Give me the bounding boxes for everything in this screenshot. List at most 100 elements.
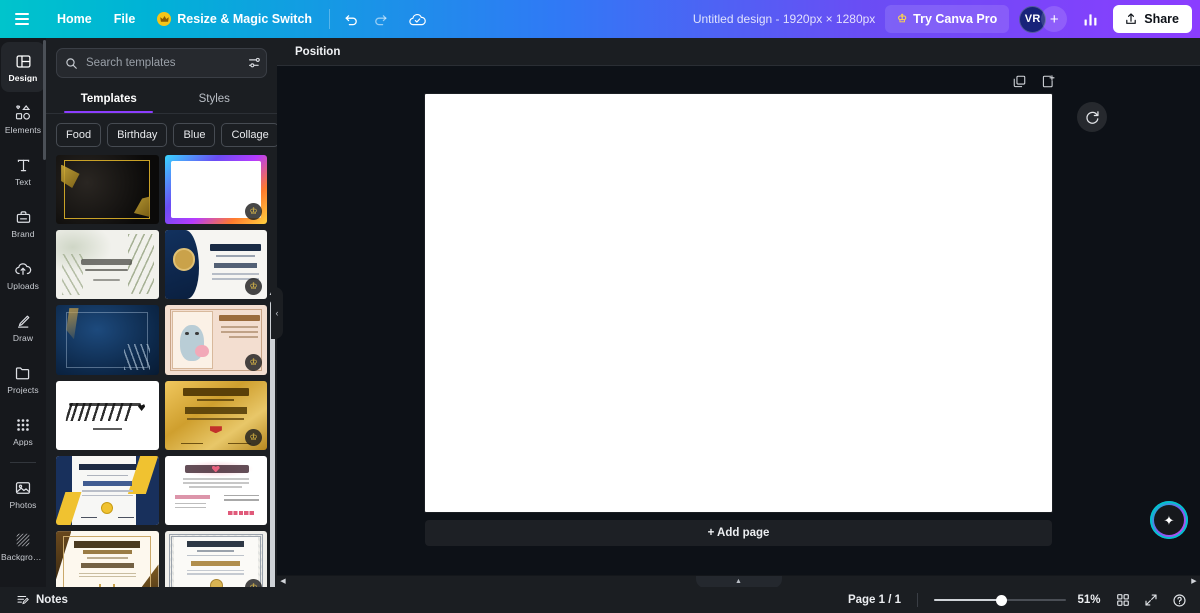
- share-button[interactable]: Share: [1113, 5, 1192, 33]
- position-button[interactable]: Position: [295, 46, 340, 58]
- templates-scrollbar[interactable]: [270, 301, 275, 587]
- editor-body: Design Elements: [0, 38, 1200, 587]
- sidebar-item-design[interactable]: Design: [1, 42, 45, 92]
- design-canvas-page[interactable]: [425, 94, 1052, 512]
- editor-main: Position: [277, 38, 1200, 587]
- chip-birthday[interactable]: Birthday: [107, 123, 167, 147]
- zoom-slider[interactable]: [934, 593, 1066, 607]
- share-label: Share: [1144, 12, 1179, 26]
- template-card[interactable]: ♔: [165, 381, 268, 450]
- sparkle-glyph: ✦: [1164, 514, 1175, 527]
- template-card[interactable]: ♔: [165, 155, 268, 224]
- chip-food[interactable]: Food: [56, 123, 101, 147]
- template-card[interactable]: [56, 381, 159, 450]
- filter-sliders-icon[interactable]: [248, 56, 262, 70]
- tab-templates[interactable]: Templates: [56, 86, 162, 113]
- add-page-label: + Add page: [708, 527, 770, 539]
- resize-magic-switch-button[interactable]: Resize & Magic Switch: [146, 5, 323, 33]
- template-card[interactable]: ♔: [165, 305, 268, 374]
- sidebar-item-label: Background: [1, 553, 45, 562]
- search-input[interactable]: [86, 57, 240, 69]
- template-card[interactable]: [56, 305, 159, 374]
- plus-icon: +: [1050, 11, 1059, 28]
- statusbar-divider: [917, 593, 918, 607]
- pro-crown-badge: ♔: [245, 429, 262, 446]
- regenerate-arrow-icon[interactable]: [1077, 102, 1107, 132]
- collapse-panel-button[interactable]: ‹: [271, 287, 283, 339]
- add-collaborator-button[interactable]: +: [1041, 6, 1067, 32]
- sidebar-item-label: Apps: [13, 438, 33, 447]
- hscroll-track[interactable]: ▲: [289, 576, 1188, 588]
- sidebar-item-text[interactable]: Text: [1, 146, 45, 196]
- chip-label: Collage: [231, 129, 268, 141]
- search-box[interactable]: [56, 48, 267, 78]
- add-page-button[interactable]: + Add page: [425, 520, 1052, 546]
- rail-scrollbar[interactable]: [43, 40, 46, 160]
- sidebar-item-label: Text: [15, 178, 31, 187]
- scroll-right-arrow[interactable]: ▶: [1188, 576, 1200, 588]
- sidebar-item-projects[interactable]: Projects: [1, 354, 45, 404]
- duplicate-page-icon[interactable]: [1012, 74, 1027, 89]
- shapes-icon: [14, 104, 32, 123]
- zoom-level-label[interactable]: 51%: [1072, 594, 1106, 606]
- sidebar-item-background[interactable]: Background: [1, 521, 45, 571]
- magic-sparkle-icon[interactable]: ✦: [1152, 503, 1186, 537]
- zoom-fill: [934, 599, 1001, 601]
- bar-chart-icon[interactable]: [1075, 5, 1105, 33]
- grid-view-icon[interactable]: [1112, 590, 1134, 610]
- crown-icon: ♔: [897, 14, 907, 25]
- share-upload-icon: [1124, 12, 1138, 26]
- template-card[interactable]: [56, 230, 159, 299]
- design-layout-icon: [15, 52, 32, 71]
- template-card[interactable]: [165, 456, 268, 525]
- sidebar-item-photos[interactable]: Photos: [1, 469, 45, 519]
- fullscreen-expand-icon[interactable]: [1140, 590, 1162, 610]
- help-question-icon[interactable]: [1168, 590, 1190, 610]
- try-canva-pro-button[interactable]: ♔ Try Canva Pro: [885, 5, 1009, 33]
- context-toolbar: Position: [277, 38, 1200, 66]
- home-menu-button[interactable]: Home: [46, 5, 103, 33]
- chip-collage[interactable]: Collage: [221, 123, 277, 147]
- pro-crown-badge: ♔: [245, 203, 262, 220]
- sidebar-item-label: Elements: [5, 126, 41, 135]
- template-card[interactable]: ♔: [165, 230, 268, 299]
- template-card[interactable]: [56, 531, 159, 587]
- tab-styles[interactable]: Styles: [162, 86, 268, 113]
- zoom-knob[interactable]: [996, 595, 1007, 606]
- hamburger-menu-icon[interactable]: [6, 4, 38, 34]
- cloud-saved-icon[interactable]: [402, 5, 432, 33]
- collapse-timeline-button[interactable]: ▲: [696, 576, 782, 588]
- templates-scroll-region[interactable]: ♔: [46, 155, 277, 587]
- sidebar-item-apps[interactable]: Apps: [1, 406, 45, 456]
- sidebar-item-uploads[interactable]: Uploads: [1, 250, 45, 300]
- canvas-area[interactable]: + Add page ✦: [277, 66, 1200, 575]
- undo-icon[interactable]: [336, 5, 366, 33]
- status-bar: Notes Page 1 / 1 51%: [0, 587, 1200, 613]
- sidebar-item-label: Draw: [13, 334, 33, 343]
- photo-image-icon: [14, 479, 32, 498]
- page-counter[interactable]: Page 1 / 1: [848, 594, 901, 606]
- sidebar-item-label: Photos: [9, 501, 36, 510]
- notes-icon: [16, 593, 30, 607]
- avatar-initials: VR: [1025, 13, 1041, 25]
- search-section: [46, 38, 277, 78]
- template-card[interactable]: ♔: [165, 531, 268, 587]
- rail-divider: [10, 462, 36, 463]
- add-page-icon[interactable]: [1041, 74, 1056, 89]
- chip-blue[interactable]: Blue: [173, 123, 215, 147]
- sidebar-item-draw[interactable]: Draw: [1, 302, 45, 352]
- template-card[interactable]: [56, 456, 159, 525]
- pro-crown-badge: ♔: [245, 354, 262, 371]
- notes-button[interactable]: Notes: [10, 590, 74, 610]
- pro-crown-badge: ♔: [245, 278, 262, 295]
- file-menu-button[interactable]: File: [103, 5, 147, 33]
- sidebar-item-elements[interactable]: Elements: [1, 94, 45, 144]
- sidebar-item-charts[interactable]: Charts: [1, 573, 45, 587]
- template-card[interactable]: [56, 155, 159, 224]
- canvas-horizontal-scrollbar[interactable]: ◀ ▲ ▶: [277, 575, 1200, 587]
- category-chips: Food Birthday Blue Collage ›: [46, 114, 277, 155]
- document-title[interactable]: Untitled design - 1920px × 1280px: [683, 12, 885, 26]
- redo-icon[interactable]: [366, 5, 396, 33]
- scroll-left-arrow[interactable]: ◀: [277, 576, 289, 588]
- sidebar-item-brand[interactable]: Brand: [1, 198, 45, 248]
